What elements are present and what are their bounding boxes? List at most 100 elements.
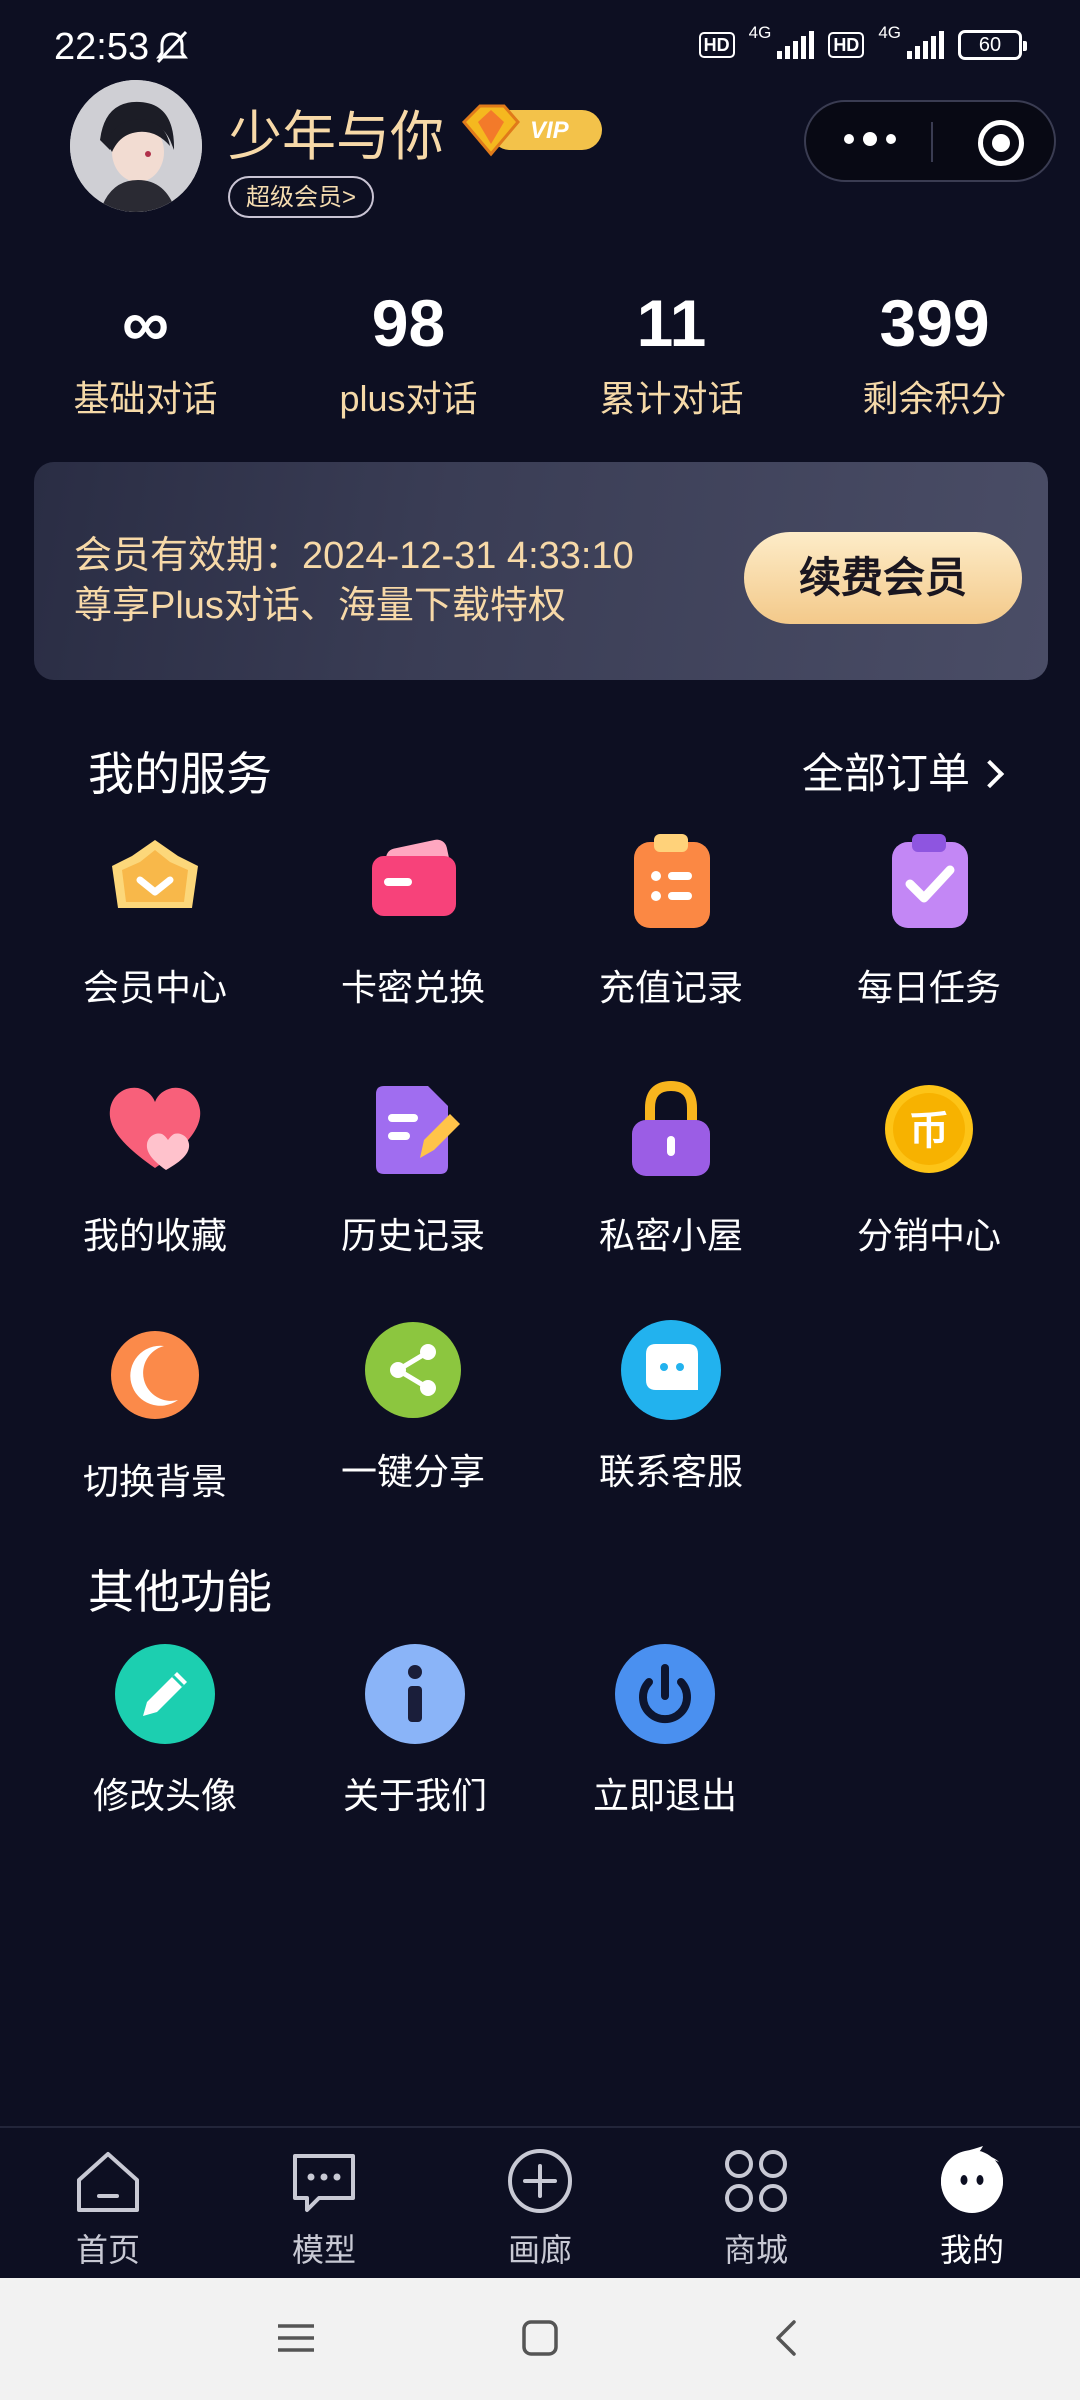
other-label: 修改头像 — [92, 1775, 237, 1816]
hd-icon: HD — [698, 32, 735, 58]
tab-home[interactable]: 首页 — [38, 2146, 178, 2271]
chat-bubble-icon — [621, 1320, 721, 1420]
more-icon[interactable] — [844, 132, 896, 146]
service-label: 会员中心 — [82, 967, 227, 1008]
clipboard-list-icon — [634, 834, 710, 928]
pencil-icon — [115, 1644, 215, 1744]
service-share[interactable]: 一键分享 — [313, 1320, 513, 1495]
service-private-room[interactable]: 私密小屋 — [571, 1074, 771, 1259]
stat-total[interactable]: 11 累计对话 — [540, 282, 803, 422]
coin-icon: 币 — [885, 1085, 973, 1173]
stat-value: 399 — [879, 286, 990, 360]
membership-validity: 会员有效期：2024-12-31 4:33:10 — [74, 535, 634, 577]
vip-badge-icon: VIP — [461, 104, 602, 157]
tab-label: 商城 — [723, 2232, 788, 2268]
service-label: 卡密兑换 — [340, 967, 485, 1008]
stat-basic[interactable]: ∞ 基础对话 — [14, 282, 277, 422]
service-label: 一键分享 — [340, 1451, 485, 1492]
tab-models[interactable]: 模型 — [254, 2146, 394, 2271]
signal-icon-2 — [907, 31, 944, 59]
renew-membership-button[interactable]: 续费会员 — [744, 532, 1022, 624]
home-square-icon[interactable] — [520, 2318, 560, 2358]
power-icon — [615, 1644, 715, 1744]
tab-label: 我的 — [939, 2232, 1004, 2268]
svg-text:VIP: VIP — [530, 117, 570, 144]
stat-plus[interactable]: 98 plus对话 — [277, 282, 540, 422]
mute-bell-icon — [156, 30, 188, 64]
service-label: 联系客服 — [598, 1451, 743, 1492]
mini-program-capsule — [804, 100, 1056, 182]
stat-points[interactable]: 399 剩余积分 — [803, 282, 1066, 422]
other-title: 其他功能 — [88, 1566, 272, 1618]
service-label: 历史记录 — [340, 1215, 485, 1256]
services-title: 我的服务 — [88, 748, 272, 800]
avatar[interactable] — [70, 80, 202, 212]
tab-label: 首页 — [75, 2232, 140, 2268]
battery-icon: 60 — [958, 30, 1027, 60]
avatar-image — [70, 80, 202, 212]
network-type-2: 4G — [878, 23, 901, 42]
service-card-redeem[interactable]: 卡密兑换 — [313, 826, 513, 1011]
grid-icon — [725, 2150, 787, 2212]
status-time: 22:53 — [54, 26, 150, 68]
menu-icon[interactable] — [276, 2318, 316, 2358]
service-daily-task[interactable]: 每日任务 — [829, 826, 1029, 1011]
stats-row: ∞ 基础对话 98 plus对话 11 累计对话 399 剩余积分 — [14, 282, 1066, 422]
stat-label: plus对话 — [339, 378, 478, 419]
other-about-us[interactable]: 关于我们 — [315, 1644, 515, 1819]
service-label: 分销中心 — [856, 1215, 1001, 1256]
card-icon — [372, 839, 456, 916]
profile-face-icon — [941, 2146, 1003, 2213]
service-distribution[interactable]: 币 分销中心 — [829, 1074, 1029, 1259]
stat-label: 剩余积分 — [862, 378, 1007, 419]
task-check-icon — [892, 834, 968, 928]
tab-gallery[interactable]: 画廊 — [470, 2146, 610, 2271]
info-icon — [365, 1644, 465, 1744]
tab-label: 模型 — [291, 2232, 356, 2268]
service-label: 切换背景 — [82, 1461, 227, 1502]
other-label: 立即退出 — [592, 1775, 737, 1816]
other-change-avatar[interactable]: 修改头像 — [65, 1644, 265, 1819]
close-target-icon[interactable] — [978, 120, 1024, 166]
status-right: HD 4G HD 4G 60 — [698, 23, 1027, 60]
home-icon — [77, 2152, 139, 2212]
bottom-tab-bar: 首页 模型 画廊 商城 我的 — [0, 2126, 1080, 2280]
service-favorites[interactable]: 我的收藏 — [55, 1074, 255, 1259]
stat-label: 累计对话 — [599, 378, 744, 419]
chevron-right-icon — [975, 759, 1005, 789]
history-doc-icon — [376, 1086, 460, 1174]
hd-icon-2: HD — [828, 32, 865, 58]
all-orders-label: 全部订单 — [801, 750, 970, 797]
service-label: 每日任务 — [856, 967, 1001, 1008]
lock-icon — [632, 1080, 710, 1176]
share-icon — [365, 1322, 461, 1418]
stat-value: ∞ — [121, 286, 170, 360]
tab-mine[interactable]: 我的 — [902, 2146, 1042, 2271]
service-switch-background[interactable]: 切换背景 — [55, 1320, 255, 1505]
service-label: 我的收藏 — [82, 1215, 227, 1256]
membership-benefit: 尊享Plus对话、海量下载特权 — [74, 585, 566, 627]
svg-text:币: 币 — [909, 1108, 949, 1154]
message-icon — [293, 2154, 355, 2212]
service-label: 充值记录 — [598, 967, 743, 1008]
capsule-divider — [931, 122, 933, 162]
stat-label: 基础对话 — [73, 378, 218, 419]
system-navigation-bar — [0, 2278, 1080, 2400]
service-recharge-record[interactable]: 充值记录 — [571, 826, 771, 1011]
moon-icon — [111, 1331, 199, 1419]
network-type: 4G — [748, 23, 772, 42]
service-label: 私密小屋 — [598, 1215, 743, 1256]
tab-store[interactable]: 商城 — [686, 2146, 826, 2271]
plus-circle-icon — [508, 2149, 572, 2213]
membership-card: 会员有效期：2024-12-31 4:33:10 尊享Plus对话、海量下载特权… — [34, 462, 1048, 680]
back-icon[interactable] — [766, 2318, 806, 2358]
other-logout[interactable]: 立即退出 — [565, 1644, 765, 1819]
service-customer-support[interactable]: 联系客服 — [571, 1320, 771, 1495]
all-orders-link[interactable]: 全部订单 — [801, 740, 1005, 801]
service-history[interactable]: 历史记录 — [313, 1074, 513, 1259]
tab-label: 画廊 — [507, 2232, 572, 2268]
other-label: 关于我们 — [342, 1775, 487, 1816]
super-member-tag[interactable]: 超级会员> — [228, 176, 375, 218]
stat-value: 98 — [371, 286, 446, 360]
service-member-center[interactable]: 会员中心 — [55, 826, 255, 1011]
